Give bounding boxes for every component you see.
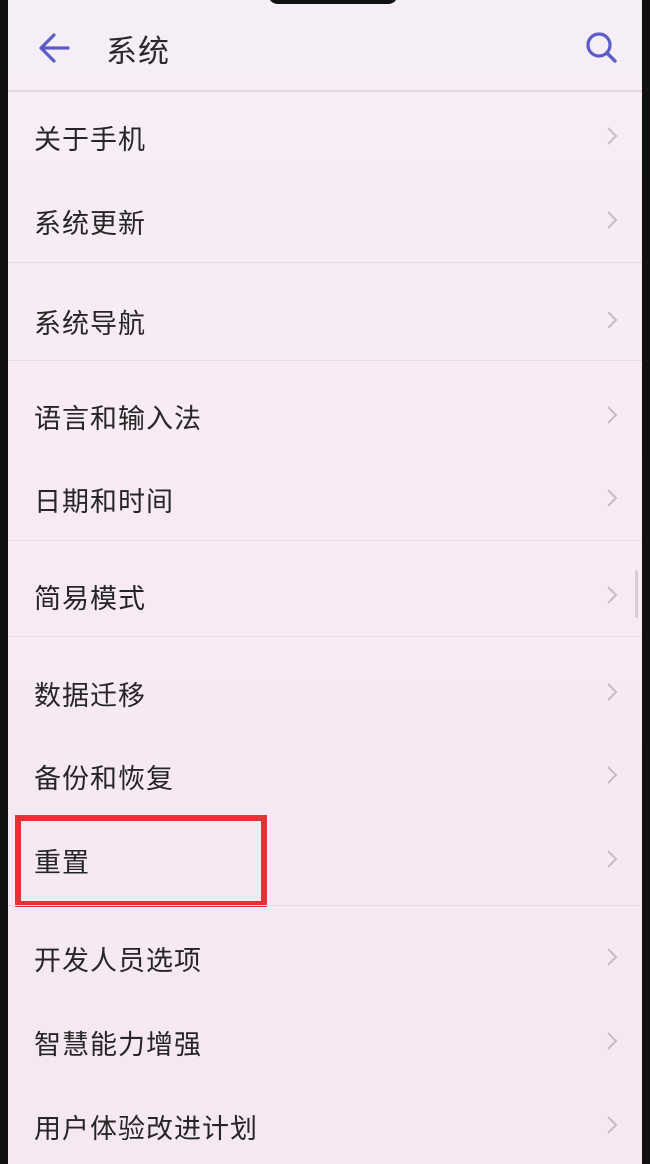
- menu-item-label: 用户体验改进计划: [34, 1114, 258, 1145]
- group-divider: [8, 636, 642, 637]
- chevron-right-icon: [607, 1032, 618, 1050]
- chevron-right-icon: [607, 311, 618, 329]
- menu-item-label: 开发人员选项: [34, 946, 202, 977]
- chevron-right-icon: [607, 948, 618, 966]
- chevron-right-icon: [607, 850, 618, 868]
- menu-item-label: 语言和输入法: [34, 404, 202, 435]
- menu-item-label: 系统更新: [34, 209, 146, 240]
- menu-item-label: 智慧能力增强: [34, 1030, 202, 1061]
- chevron-right-icon: [607, 586, 618, 604]
- chevron-right-icon: [607, 683, 618, 701]
- menu-item-developer-options[interactable]: 开发人员选项: [8, 927, 642, 983]
- menu-item-date-time[interactable]: 日期和时间: [8, 468, 642, 524]
- menu-item-system-navigation[interactable]: 系统导航: [8, 290, 642, 346]
- menu-item-label: 数据迁移: [34, 681, 146, 712]
- menu-item-about-phone[interactable]: 关于手机: [8, 106, 642, 162]
- reset-highlight-box: [15, 815, 267, 907]
- chevron-right-icon: [607, 489, 618, 507]
- menu-item-label: 简易模式: [34, 584, 146, 615]
- menu-item-label: 备份和恢复: [34, 764, 174, 795]
- menu-item-backup-restore[interactable]: 备份和恢复: [8, 745, 642, 801]
- search-button[interactable]: [582, 28, 622, 68]
- back-button[interactable]: [34, 26, 78, 70]
- app-bar: 系统: [8, 0, 642, 90]
- scrollbar[interactable]: [635, 570, 638, 618]
- chevron-right-icon: [607, 211, 618, 229]
- menu-item-simple-mode[interactable]: 简易模式: [8, 565, 642, 621]
- menu-item-data-migration[interactable]: 数据迁移: [8, 662, 642, 718]
- menu-item-label: 关于手机: [34, 125, 146, 156]
- group-divider: [8, 360, 642, 361]
- chevron-right-icon: [607, 766, 618, 784]
- menu-item-label: 系统导航: [34, 309, 146, 340]
- group-divider: [8, 262, 642, 263]
- chevron-right-icon: [607, 1116, 618, 1134]
- group-divider: [8, 540, 642, 541]
- menu-item-language-input[interactable]: 语言和输入法: [8, 385, 642, 441]
- chevron-right-icon: [607, 406, 618, 424]
- header-divider: [8, 90, 642, 92]
- menu-item-system-update[interactable]: 系统更新: [8, 190, 642, 246]
- page-title: 系统: [106, 34, 170, 70]
- menu-item-smart-enhancement[interactable]: 智慧能力增强: [8, 1011, 642, 1067]
- menu-item-label: 日期和时间: [34, 487, 174, 518]
- arrow-left-icon: [39, 33, 70, 63]
- menu-item-user-experience[interactable]: 用户体验改进计划: [8, 1095, 642, 1151]
- search-icon: [586, 32, 617, 63]
- chevron-right-icon: [607, 127, 618, 145]
- system-settings-screen: 系统 关于手机 系统更新 系统导航 语言和输入法 日期和时间 简易模式 数据迁移…: [8, 0, 642, 1164]
- group-divider: [8, 905, 642, 906]
